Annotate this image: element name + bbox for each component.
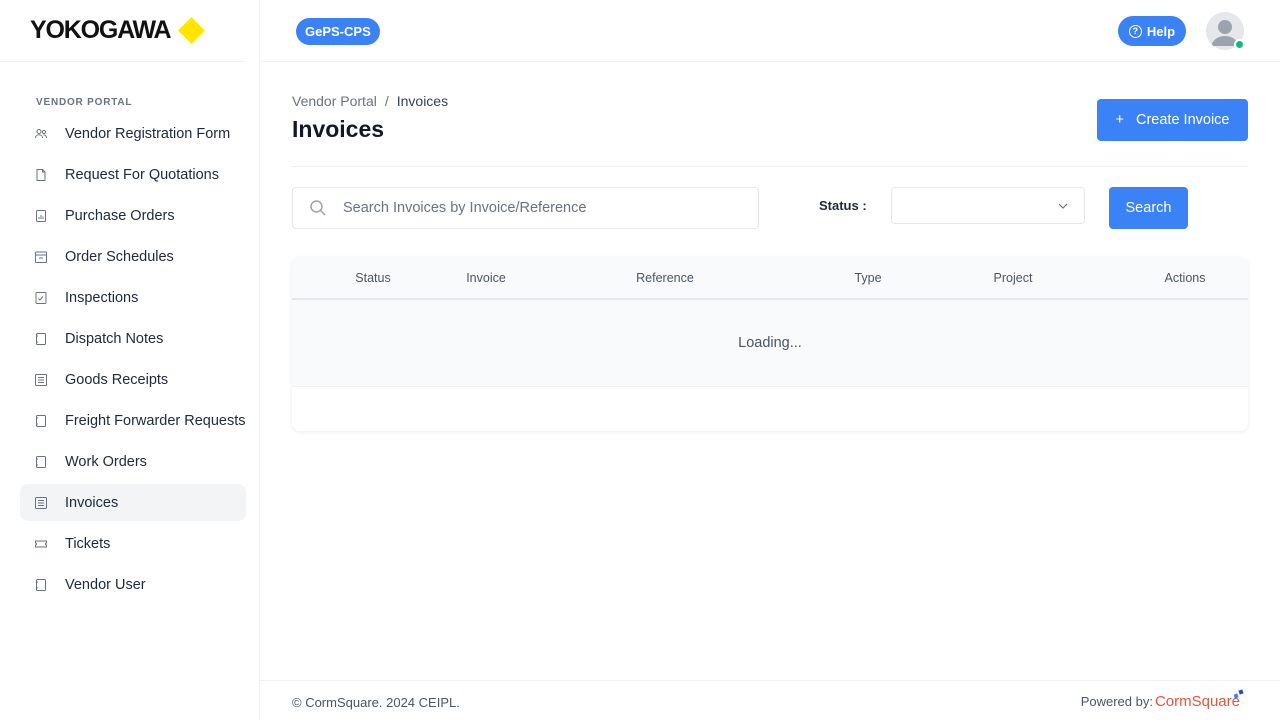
sidebar-item-order-schedules[interactable]: Order Schedules bbox=[20, 238, 246, 275]
list-icon bbox=[34, 373, 48, 387]
list-icon bbox=[34, 496, 48, 510]
sidebar-item-label: Order Schedules bbox=[65, 248, 174, 265]
sidebar-item-label: Dispatch Notes bbox=[65, 330, 164, 347]
column-header-invoice[interactable]: Invoice bbox=[466, 271, 506, 285]
invoices-table: Status Invoice Reference Type Project Ac… bbox=[292, 257, 1248, 431]
loading-text: Loading... bbox=[738, 335, 802, 351]
sidebar-item-label: Freight Forwarder Requests bbox=[65, 412, 246, 429]
sidebar-item-invoices[interactable]: Invoices bbox=[20, 484, 246, 521]
table-header: Status Invoice Reference Type Project Ac… bbox=[292, 257, 1248, 300]
loading-row: Loading... bbox=[292, 300, 1248, 387]
question-icon: ? bbox=[1128, 24, 1142, 38]
ticket-icon bbox=[34, 537, 48, 551]
powered-by-brand[interactable]: CormSquare bbox=[1155, 693, 1240, 710]
checklist-icon bbox=[34, 291, 48, 305]
sidebar-item-work-orders[interactable]: Work Orders bbox=[20, 443, 246, 480]
logo-text: YOKOGAWA bbox=[30, 16, 172, 44]
search-input[interactable] bbox=[343, 200, 743, 216]
sidebar-item-tickets[interactable]: Tickets bbox=[20, 525, 246, 562]
sidebar-item-vendor-user[interactable]: Vendor User bbox=[20, 566, 246, 603]
sidebar-item-dispatch-notes[interactable]: Dispatch Notes bbox=[20, 320, 246, 357]
column-header-project[interactable]: Project bbox=[994, 271, 1033, 285]
sidebar-item-vendor-registration-form[interactable]: Vendor Registration Form bbox=[20, 115, 246, 152]
footer: © CormSquare. 2024 CEIPL. Powered by: Co… bbox=[260, 680, 1280, 720]
sidebar-item-label: Vendor Registration Form bbox=[65, 125, 231, 142]
help-button[interactable]: ? Help bbox=[1118, 16, 1186, 46]
copyright-text: © CormSquare. 2024 CEIPL. bbox=[292, 695, 460, 710]
sidebar: YOKOGAWA VENDOR PORTAL Vendor Registrati… bbox=[0, 0, 260, 720]
powered-by: Powered by: CormSquare bbox=[1081, 693, 1240, 710]
sidebar-item-label: Purchase Orders bbox=[65, 207, 175, 224]
document-icon bbox=[34, 168, 48, 182]
cormsquare-logo-icon bbox=[1234, 689, 1244, 699]
sidebar-item-request-for-quotations[interactable]: Request For Quotations bbox=[20, 156, 246, 193]
search-box bbox=[292, 187, 759, 229]
logo[interactable]: YOKOGAWA bbox=[0, 0, 245, 62]
column-header-type[interactable]: Type bbox=[854, 271, 881, 285]
breadcrumb-separator: / bbox=[384, 93, 389, 109]
plus-icon: + bbox=[1115, 112, 1124, 128]
app-root: YOKOGAWA VENDOR PORTAL Vendor Registrati… bbox=[0, 0, 1280, 720]
page-icon bbox=[34, 414, 48, 428]
page-icon bbox=[34, 578, 48, 592]
chevron-down-icon bbox=[1058, 203, 1068, 209]
breadcrumb: Vendor Portal / Invoices bbox=[292, 93, 448, 109]
calendar-icon bbox=[34, 250, 48, 264]
chart-file-icon bbox=[34, 209, 48, 223]
sidebar-item-freight-forwarder-requests[interactable]: Freight Forwarder Requests bbox=[20, 402, 246, 439]
help-label: Help bbox=[1146, 23, 1176, 39]
sidebar-item-purchase-orders[interactable]: Purchase Orders bbox=[20, 197, 246, 234]
page-icon bbox=[34, 455, 48, 469]
sidebar-item-label: Vendor User bbox=[65, 576, 146, 593]
column-header-status[interactable]: Status bbox=[355, 271, 390, 285]
status-filter-label: Status : bbox=[819, 198, 867, 213]
sidebar-nav: Vendor Registration Form Request For Quo… bbox=[20, 115, 246, 607]
sidebar-item-label: Goods Receipts bbox=[65, 371, 169, 388]
header-divider bbox=[292, 166, 1248, 167]
powered-by-label: Powered by: bbox=[1080, 694, 1153, 709]
create-invoice-label: Create Invoice bbox=[1135, 112, 1230, 128]
breadcrumb-root[interactable]: Vendor Portal bbox=[292, 93, 377, 109]
users-icon bbox=[34, 127, 48, 141]
column-header-actions: Actions bbox=[1164, 271, 1206, 285]
sidebar-item-goods-receipts[interactable]: Goods Receipts bbox=[20, 361, 246, 398]
sidebar-item-label: Work Orders bbox=[65, 453, 147, 470]
online-status-dot bbox=[1234, 39, 1245, 50]
column-header-reference[interactable]: Reference bbox=[636, 271, 694, 285]
sidebar-item-label: Inspections bbox=[65, 289, 139, 306]
page-icon bbox=[34, 332, 48, 346]
app-badge[interactable]: GePS-CPS bbox=[296, 18, 380, 45]
page-title: Invoices bbox=[292, 116, 385, 142]
sidebar-item-label: Invoices bbox=[65, 494, 119, 511]
topbar: GePS-CPS ? Help bbox=[260, 0, 1280, 62]
create-invoice-button[interactable]: + Create Invoice bbox=[1097, 99, 1248, 141]
status-filter-select[interactable] bbox=[891, 187, 1085, 224]
search-button[interactable]: Search bbox=[1109, 187, 1188, 229]
sidebar-item-label: Request For Quotations bbox=[65, 166, 219, 183]
sidebar-item-label: Tickets bbox=[65, 535, 111, 552]
logo-diamond-icon bbox=[178, 17, 206, 44]
sidebar-item-inspections[interactable]: Inspections bbox=[20, 279, 246, 316]
search-icon bbox=[310, 200, 326, 216]
breadcrumb-current: Invoices bbox=[396, 93, 449, 109]
